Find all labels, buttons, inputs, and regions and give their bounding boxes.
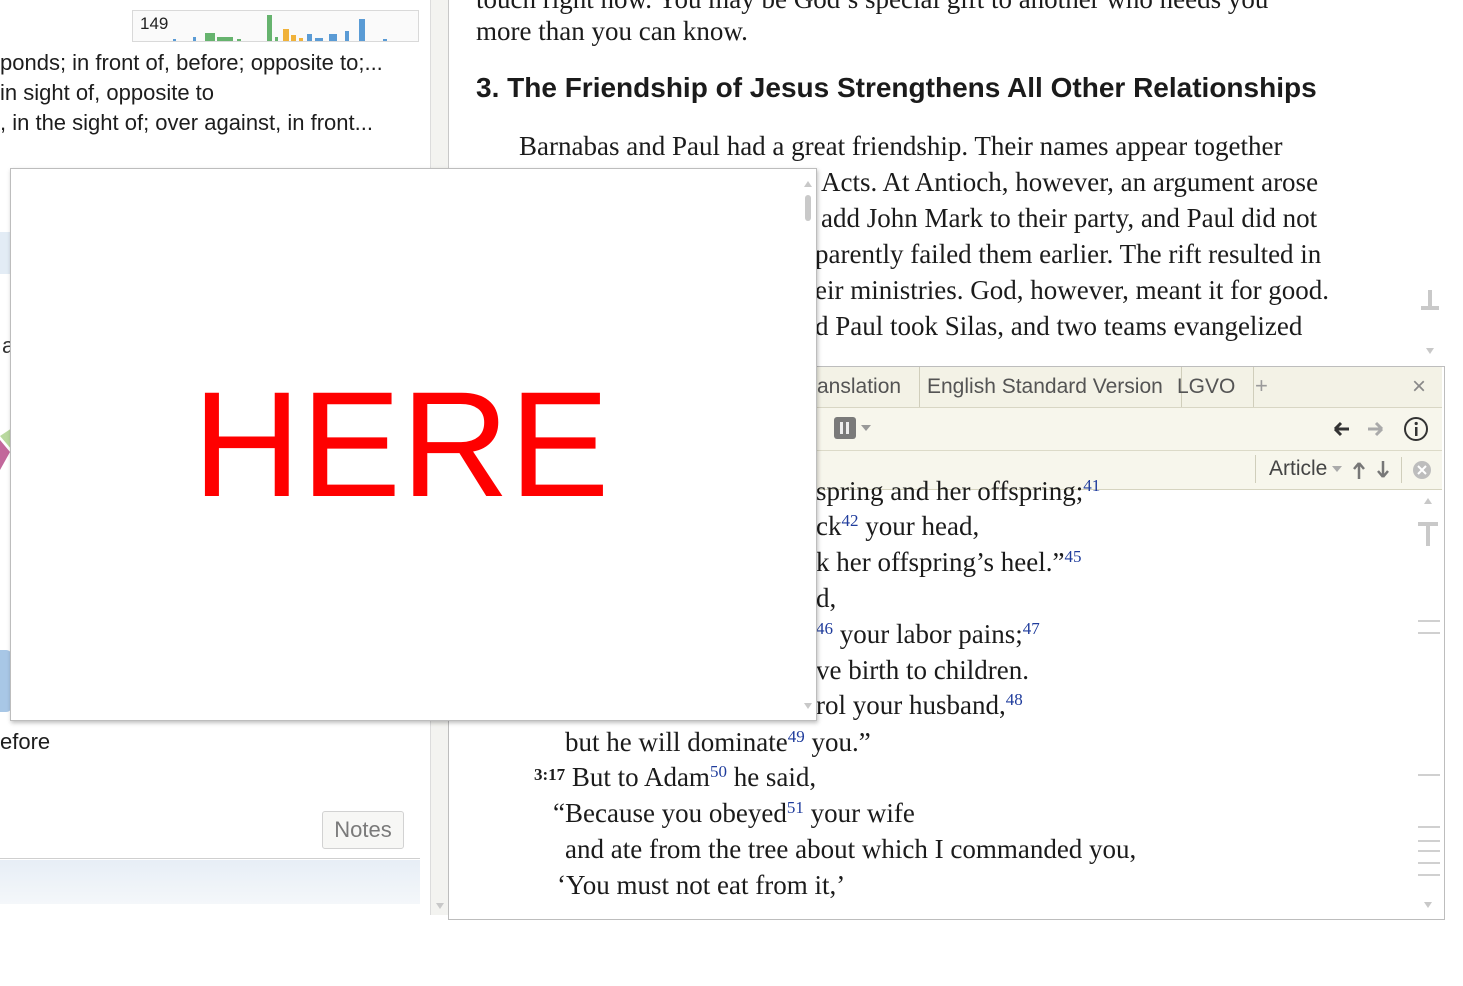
verse-line: 3:17 But to Adam50 he said, bbox=[534, 762, 817, 792]
verse-line: but he will dominate49 you.” bbox=[565, 727, 871, 757]
notes-button[interactable]: Notes bbox=[322, 811, 404, 849]
cut-line: touch right now. You may be God’s specia… bbox=[476, 0, 1268, 15]
forward-arrow-icon[interactable] bbox=[1364, 418, 1386, 440]
back-arrow-icon[interactable] bbox=[1331, 418, 1353, 440]
footnote-marker[interactable]: 48 bbox=[1006, 690, 1023, 709]
paragraph-line: parently failed them earlier. The rift r… bbox=[815, 239, 1322, 269]
paragraph-line: Barnabas and Paul had a great friendship… bbox=[519, 131, 1283, 161]
verse-number[interactable]: 3:17 bbox=[534, 765, 565, 784]
footnote-marker[interactable]: 41 bbox=[1083, 476, 1100, 495]
paragraph-line: add John Mark to their party, and Paul d… bbox=[821, 203, 1318, 233]
verse-line: k her offspring’s heel.”45 bbox=[816, 547, 1082, 577]
footnote-marker[interactable]: 45 bbox=[1064, 547, 1081, 566]
paragraph-line: d Paul took Silas, and two teams evangel… bbox=[815, 311, 1303, 341]
footnote-marker[interactable]: 49 bbox=[788, 727, 805, 746]
close-icon[interactable]: × bbox=[1412, 373, 1426, 401]
footnote-marker[interactable]: 51 bbox=[787, 798, 804, 817]
left-bottom-strip bbox=[0, 860, 420, 904]
verse-line: 46 your labor pains;47 bbox=[816, 619, 1040, 649]
frequency-count: 149 bbox=[140, 14, 169, 33]
verse-line: and ate from the tree about which I comm… bbox=[565, 834, 1137, 864]
footnote-marker[interactable]: 46 bbox=[816, 619, 833, 638]
chevron-down-icon[interactable] bbox=[1332, 466, 1342, 474]
bible-scrollbar[interactable] bbox=[1416, 490, 1440, 916]
definition-line-3: , in the sight of; over against, in fron… bbox=[0, 110, 373, 135]
verse-line: d, bbox=[816, 583, 837, 613]
verse-line: spring and her offspring;41 bbox=[816, 476, 1101, 506]
down-arrow-icon[interactable] bbox=[1375, 459, 1391, 481]
chevron-down-icon[interactable] bbox=[861, 425, 871, 433]
verse-line: rol your husband,48 bbox=[816, 690, 1023, 720]
paragraph-line: more than you can know. bbox=[476, 16, 748, 46]
divider bbox=[1255, 455, 1256, 483]
add-tab-button[interactable]: + bbox=[1255, 373, 1268, 399]
article-dropdown[interactable]: Article bbox=[1269, 457, 1327, 481]
info-icon[interactable] bbox=[1402, 415, 1430, 443]
partial-label: efore bbox=[0, 729, 51, 754]
section-heading: 3. The Friendship of Jesus Strengthens A… bbox=[476, 72, 1317, 103]
paragraph-line: eir ministries. God, however, meant it f… bbox=[815, 275, 1330, 305]
up-arrow-icon[interactable] bbox=[1351, 459, 1367, 481]
verse-line: ‘You must not eat from it,’ bbox=[557, 870, 846, 900]
verse-line: ck42 your head, bbox=[816, 511, 980, 541]
clear-icon[interactable] bbox=[1411, 459, 1433, 481]
tab-translation[interactable]: anslation bbox=[799, 367, 921, 407]
placeholder-text: HERE bbox=[192, 360, 610, 528]
footnote-marker[interactable]: 50 bbox=[710, 762, 727, 781]
tab-english-standard-version[interactable]: English Standard Version bbox=[909, 367, 1182, 407]
verse-line: ve birth to children. bbox=[816, 655, 1029, 685]
popup-window[interactable]: HERE bbox=[10, 168, 817, 721]
commentary-scrollbar[interactable] bbox=[1418, 0, 1442, 365]
frequency-chart[interactable] bbox=[132, 10, 419, 42]
popup-scrollbar[interactable] bbox=[801, 169, 815, 720]
divider bbox=[1401, 457, 1402, 483]
definition-line-2: in sight of, opposite to bbox=[0, 80, 215, 105]
definition-line-1: ponds; in front of, before; opposite to;… bbox=[0, 50, 383, 75]
footnote-marker[interactable]: 42 bbox=[841, 511, 858, 530]
paragraph-line: Acts. At Antioch, however, an argument a… bbox=[821, 167, 1319, 197]
verse-line: “Because you obeyed51 your wife bbox=[553, 798, 915, 828]
divider bbox=[0, 858, 420, 859]
footnote-marker[interactable]: 47 bbox=[1023, 619, 1040, 638]
parallel-resources-icon[interactable] bbox=[834, 417, 856, 439]
tab-lgvo[interactable]: LGVO bbox=[1159, 367, 1255, 407]
